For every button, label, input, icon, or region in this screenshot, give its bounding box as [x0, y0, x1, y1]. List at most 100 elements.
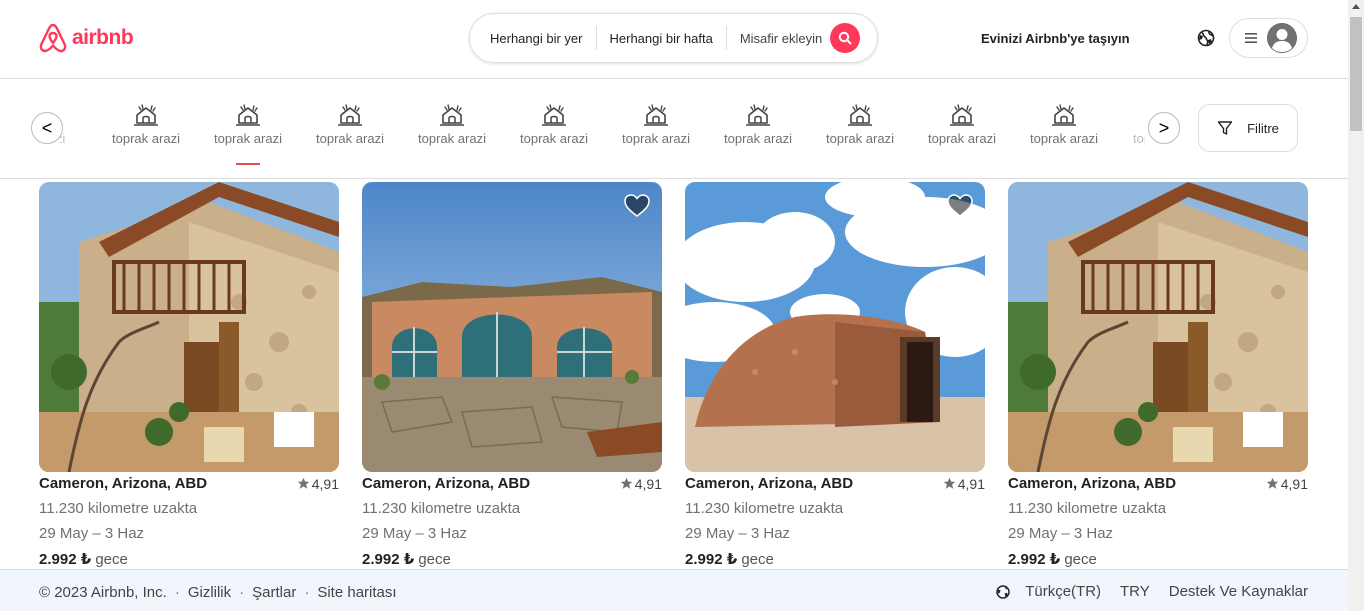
listing-title: Cameron, Arizona, ABD [685, 475, 854, 492]
star-icon [620, 477, 633, 489]
listing-photo[interactable] [1008, 182, 1308, 472]
category-item[interactable]: toprak arazi [95, 103, 197, 146]
price-value: 2.992 ₺ [362, 551, 415, 568]
search-where[interactable]: Herhangi bir yer [470, 31, 596, 46]
listing-card[interactable]: Cameron, Arizona, ABD 4,91 11.230 kilometr… [1008, 182, 1308, 568]
hamburger-icon [1245, 33, 1257, 43]
listing-rating: 4,91 [620, 476, 662, 492]
logo-text: airbnb [72, 26, 134, 49]
scroll-up-arrow-icon[interactable] [1352, 4, 1360, 9]
listing-price: 2.992 ₺ gece [39, 550, 339, 568]
category-item[interactable]: toprak arazi [401, 103, 503, 146]
listing-card[interactable]: Cameron, Arizona, ABD 4,91 11.230 kilometr… [362, 182, 662, 568]
filter-label: Filitre [1247, 120, 1279, 136]
earth-house-icon [1052, 104, 1076, 126]
search-guests[interactable]: Misafir ekleyin [727, 31, 830, 46]
category-active-indicator [236, 163, 260, 165]
user-menu-button[interactable] [1229, 18, 1308, 58]
footer-support-link[interactable]: Destek Ve Kaynaklar [1169, 583, 1308, 600]
category-label: toprak arazi [112, 131, 180, 146]
listing-card[interactable]: Cameron, Arizona, ABD 4,91 11.230 kilometr… [39, 182, 339, 568]
category-label: toprak arazi [520, 131, 588, 146]
listing-dates: 29 May – 3 Haz [1008, 525, 1114, 542]
listing-title: Cameron, Arizona, ABD [39, 475, 208, 492]
category-item[interactable]: toprak arazi [503, 103, 605, 146]
header: airbnb Herhangi bir yer Herhangi bir haf… [0, 0, 1348, 79]
category-item[interactable]: toprak arazi [605, 103, 707, 146]
listing-distance: 11.230 kilometre uzakta [362, 500, 521, 517]
earth-house-icon [950, 104, 974, 126]
become-host-link[interactable]: Evinizi Airbnb'ye taşıyın [981, 31, 1130, 46]
airbnb-logo[interactable]: airbnb [38, 22, 134, 54]
category-bar: < azi toprak arazi toprak arazi toprak ara… [0, 79, 1348, 179]
price-value: 2.992 ₺ [685, 551, 738, 568]
listing-dates: 29 May – 3 Haz [39, 525, 145, 542]
category-next-button[interactable]: > [1148, 112, 1180, 144]
category-label: toprak arazi [316, 131, 384, 146]
price-unit: gece [418, 551, 451, 568]
listing-photo[interactable] [362, 182, 662, 472]
earth-house-icon [848, 104, 872, 126]
footer-left: © 2023 Airbnb, Inc. · Gizlilik · Şartlar… [39, 584, 397, 601]
footer-link-sitemap[interactable]: Site haritası [317, 584, 396, 601]
copyright-text: © 2023 Airbnb, Inc. [39, 584, 167, 601]
star-icon [1266, 477, 1279, 489]
search-bar[interactable]: Herhangi bir yer Herhangi bir hafta Misa… [469, 13, 878, 63]
earth-house-icon [236, 104, 260, 126]
heart-icon[interactable] [947, 194, 973, 218]
price-value: 2.992 ₺ [39, 551, 92, 568]
price-value: 2.992 ₺ [1008, 551, 1061, 568]
earth-house-icon [746, 104, 770, 126]
search-when[interactable]: Herhangi bir hafta [597, 31, 726, 46]
listing-title: Cameron, Arizona, ABD [1008, 475, 1177, 492]
heart-icon[interactable] [624, 194, 650, 218]
footer-link-terms[interactable]: Şartlar [252, 584, 296, 601]
scrollbar-thumb[interactable] [1350, 17, 1362, 131]
earth-house-icon [338, 104, 362, 126]
category-item[interactable]: toprak arazi [299, 103, 401, 146]
footer-currency-button[interactable]: TRY [1120, 583, 1150, 600]
footer-separator: · [304, 584, 310, 601]
footer-language-label: Türkçe(TR) [1025, 583, 1102, 600]
category-label: azi [60, 131, 66, 146]
filter-icon [1217, 121, 1233, 135]
filter-button[interactable]: Filitre [1198, 104, 1298, 152]
airbnb-logo-icon [39, 23, 67, 53]
category-item[interactable]: toprak arazi [197, 103, 299, 165]
earth-house-icon [542, 104, 566, 126]
earth-house-icon [440, 104, 464, 126]
listing-photo[interactable] [685, 182, 985, 472]
listing-price: 2.992 ₺ gece [1008, 550, 1308, 568]
listing-distance: 11.230 kilometre uzakta [1008, 500, 1167, 517]
page-scrollbar[interactable] [1348, 0, 1364, 611]
category-item-partial[interactable]: top [1110, 103, 1145, 146]
category-label: toprak arazi [622, 131, 690, 146]
category-item[interactable]: toprak arazi [911, 103, 1013, 146]
listing-title: Cameron, Arizona, ABD [362, 475, 531, 492]
category-label: toprak arazi [826, 131, 894, 146]
listing-photo[interactable] [39, 182, 339, 472]
footer-separator: · [174, 584, 180, 601]
listing-distance: 11.230 kilometre uzakta [39, 500, 198, 517]
search-icon [839, 31, 852, 45]
listing-dates: 29 May – 3 Haz [685, 525, 791, 542]
category-label: toprak arazi [214, 131, 282, 146]
category-item[interactable]: toprak arazi [707, 103, 809, 146]
category-item[interactable]: toprak arazi [809, 103, 911, 146]
rating-value: 4,91 [957, 475, 985, 492]
category-label: top [1133, 131, 1145, 146]
avatar-icon [1267, 23, 1297, 53]
language-button[interactable] [1196, 28, 1216, 48]
rating-value: 4,91 [1280, 475, 1308, 492]
listing-rating: 4,91 [943, 476, 985, 492]
search-button[interactable] [830, 23, 861, 53]
globe-icon [1197, 29, 1215, 47]
listing-distance: 11.230 kilometre uzakta [685, 500, 844, 517]
category-prev-button[interactable]: < [31, 112, 63, 144]
category-item[interactable]: toprak arazi [1013, 103, 1115, 146]
listing-card[interactable]: Cameron, Arizona, ABD 4,91 11.230 kilometr… [685, 182, 985, 568]
footer-link-privacy[interactable]: Gizlilik [188, 584, 231, 601]
footer-language-button[interactable]: Türkçe(TR) [995, 583, 1101, 600]
price-unit: gece [741, 551, 774, 568]
footer: © 2023 Airbnb, Inc. · Gizlilik · Şartlar… [0, 569, 1348, 611]
